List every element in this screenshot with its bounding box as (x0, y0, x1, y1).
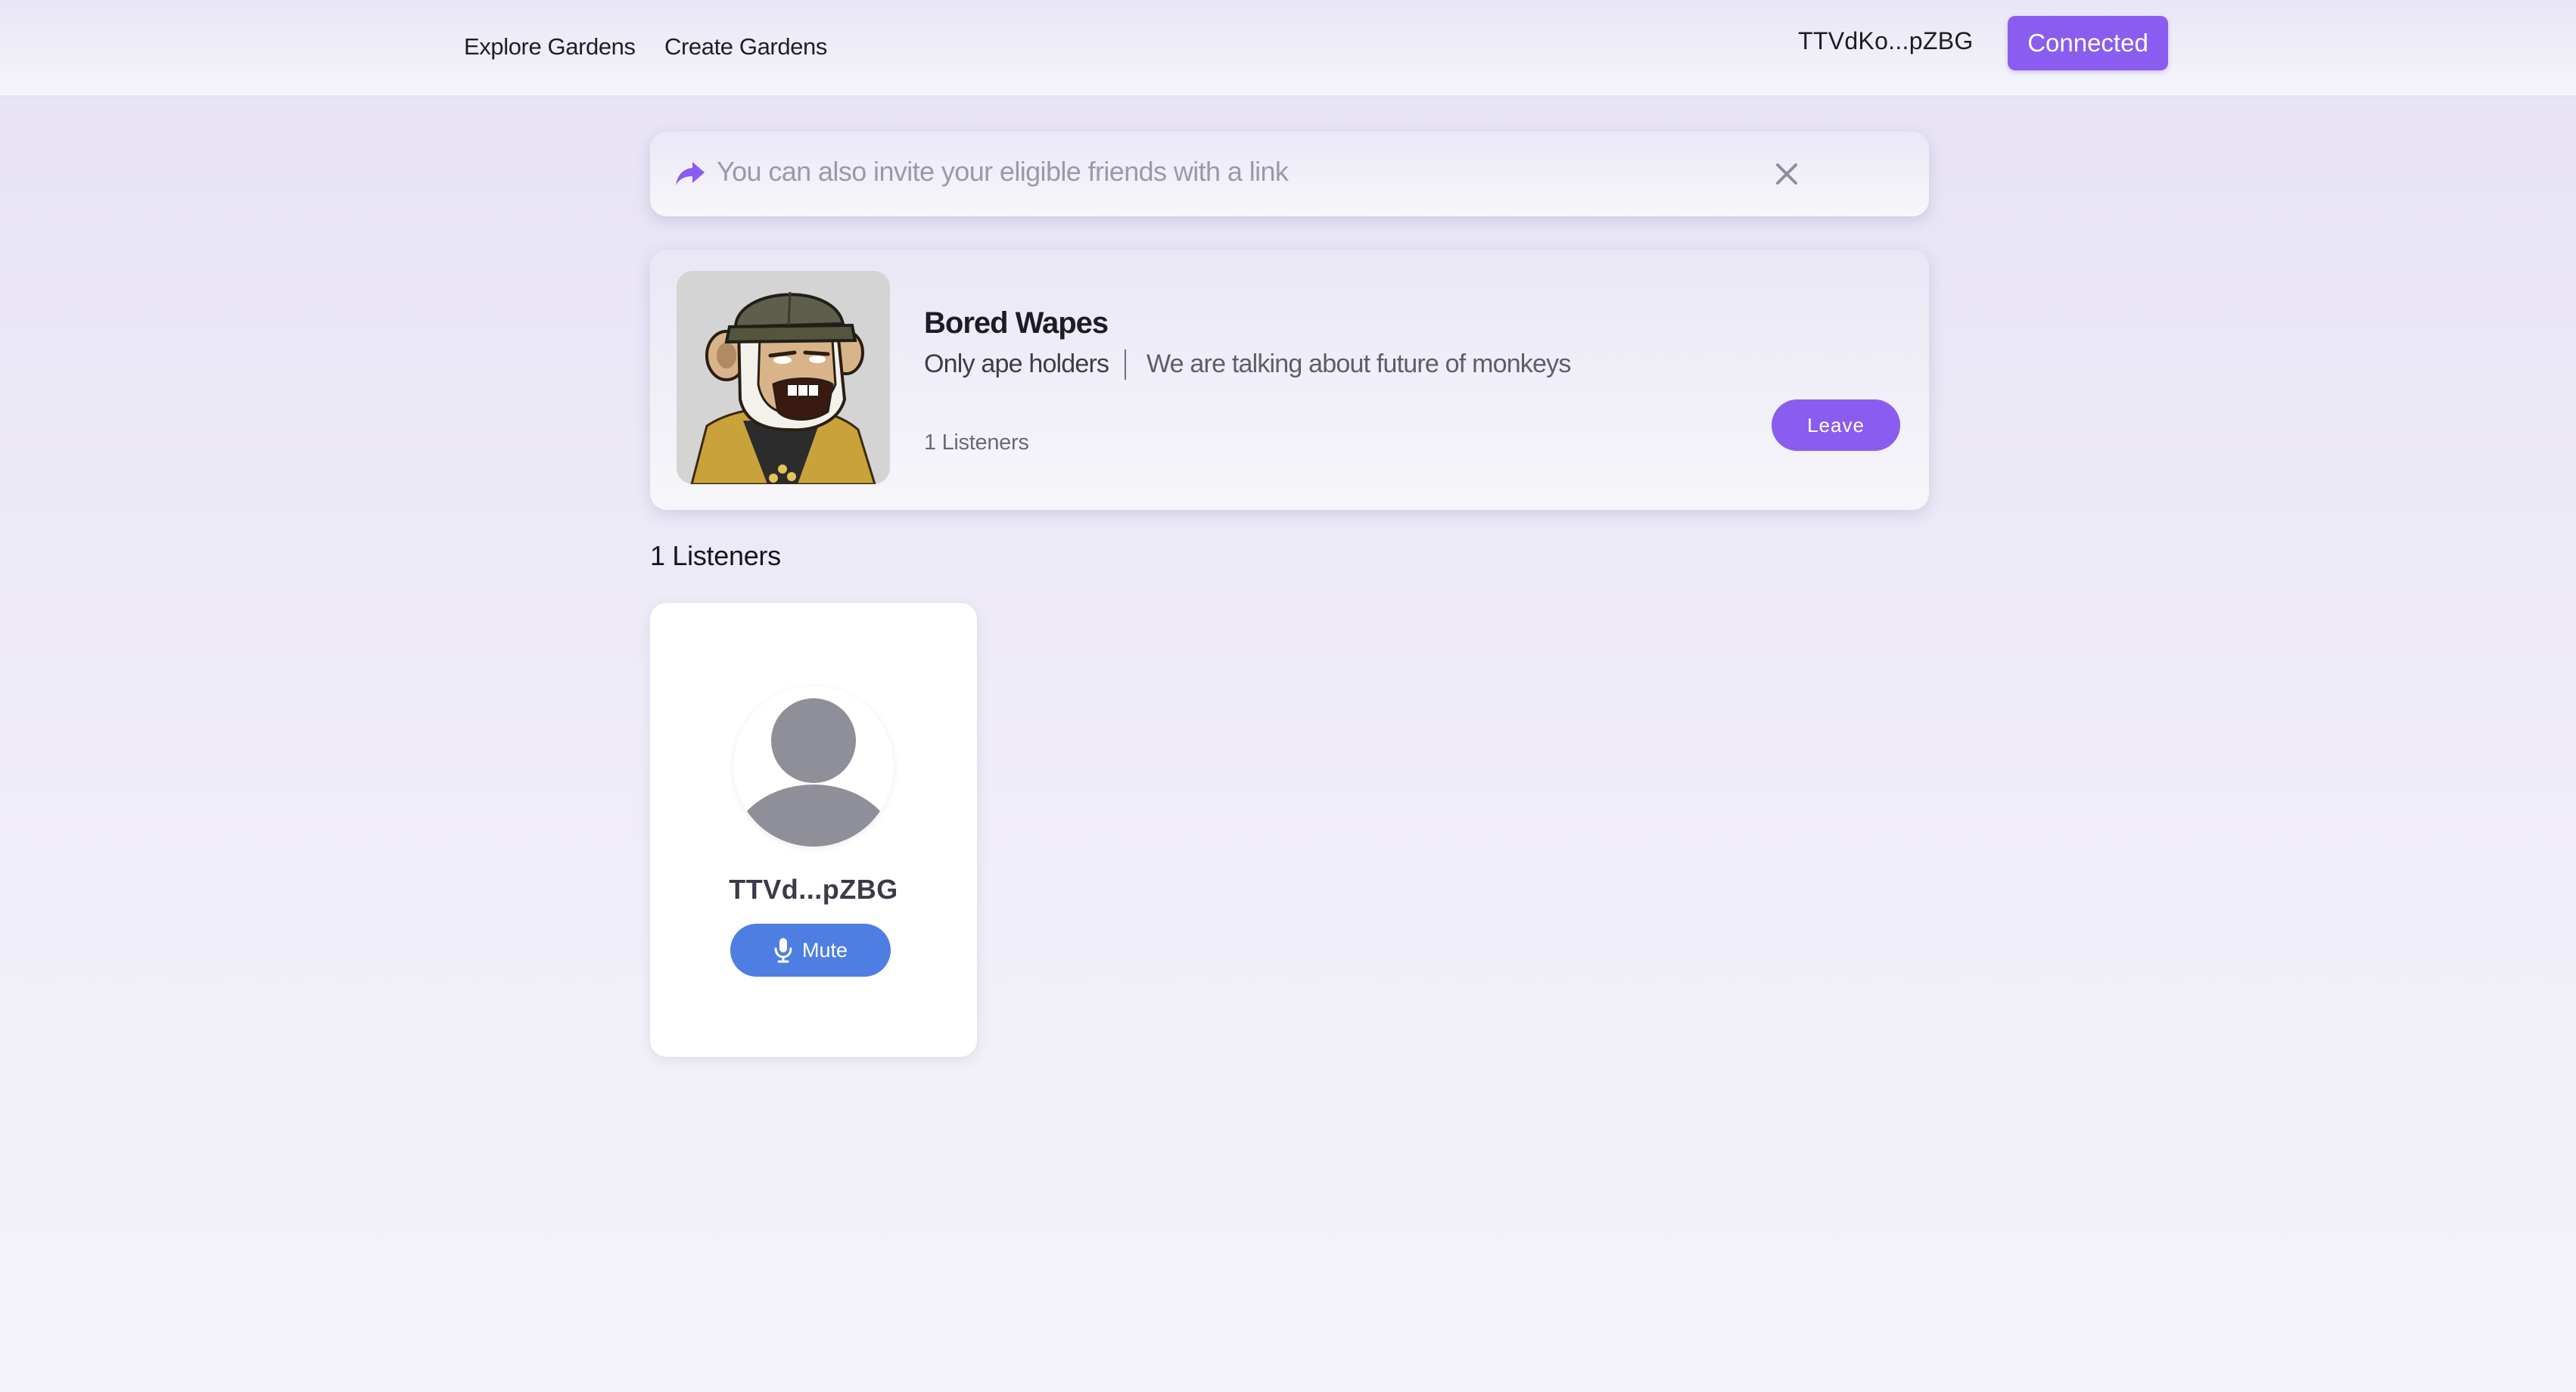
connected-wallet-button[interactable]: Connected (2008, 16, 2168, 70)
close-icon[interactable] (1762, 150, 1811, 198)
microphone-icon (774, 938, 792, 963)
mute-label: Mute (801, 938, 848, 962)
room-title: Bored Wapes (924, 306, 1109, 340)
room-audience: Only ape holders (924, 350, 1109, 378)
room-topic: We are talking about future of monkeys (1146, 350, 1571, 378)
leave-button[interactable]: Leave (1772, 399, 1900, 451)
room-listener-count: 1 Listeners (924, 430, 1029, 455)
nav-create-gardens-link[interactable]: Create Gardens (664, 33, 827, 61)
share-icon (676, 162, 705, 185)
avatar (733, 686, 894, 847)
top-navigation-bar: Explore Gardens Create Gardens TTVdKo...… (0, 0, 2576, 97)
listener-card: TTVd...pZBG Mute (650, 603, 977, 1057)
nav-explore-gardens-link[interactable]: Explore Gardens (464, 33, 636, 61)
invite-banner: You can also invite your eligible friend… (650, 132, 1929, 216)
wallet-address: TTVdKo...pZBG (1798, 27, 1974, 54)
invite-banner-text: You can also invite your eligible friend… (717, 156, 1289, 187)
subtitle-divider (1125, 350, 1126, 380)
listeners-heading: 1 Listeners (650, 540, 781, 571)
listener-name: TTVd...pZBG (729, 874, 898, 905)
room-card: Bored Wapes Only ape holders We are talk… (650, 250, 1929, 510)
mute-button[interactable]: Mute (730, 924, 891, 977)
room-ape-image (677, 271, 890, 484)
